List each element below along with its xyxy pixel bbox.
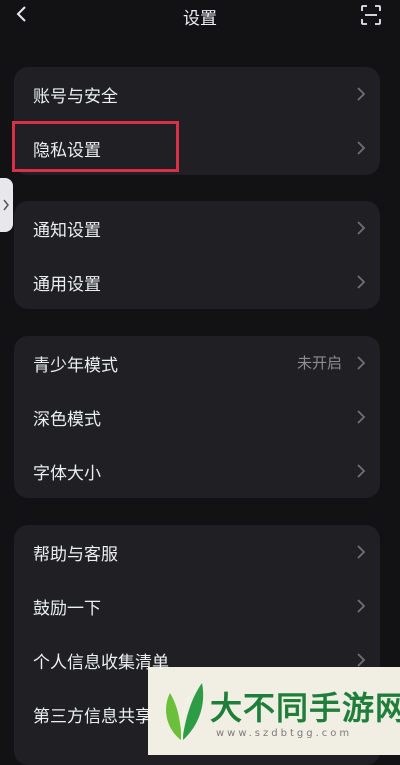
row-label: 通用设置 xyxy=(33,275,101,295)
row-general-settings[interactable]: 通用设置 xyxy=(14,255,380,309)
row-label: 通知设置 xyxy=(33,221,101,241)
chevron-right-icon xyxy=(357,141,366,155)
watermark-url: www.szdbtgg.com xyxy=(216,728,353,739)
chevron-right-icon xyxy=(357,275,366,289)
chevron-right-icon xyxy=(357,599,366,613)
chevron-right-icon xyxy=(357,356,366,370)
row-font-size[interactable]: 字体大小 xyxy=(14,444,380,498)
row-encourage[interactable]: 鼓励一下 xyxy=(14,579,380,633)
highlight-box xyxy=(12,121,179,172)
row-label: 字体大小 xyxy=(33,464,101,484)
row-dark-mode[interactable]: 深色模式 xyxy=(14,390,380,444)
row-notification-settings[interactable]: 通知设置 xyxy=(14,201,380,255)
chevron-right-icon xyxy=(357,410,366,424)
row-status-value: 未开启 xyxy=(296,354,342,372)
side-drawer-handle[interactable] xyxy=(0,178,13,232)
watermark-banner: 大不同手游网 www.szdbtgg.com xyxy=(148,667,400,755)
page-title: 设置 xyxy=(183,9,217,29)
chevron-right-icon xyxy=(357,87,366,101)
row-label: 账号与安全 xyxy=(33,87,118,107)
settings-group-display: 青少年模式 未开启 深色模式 字体大小 xyxy=(14,336,380,498)
row-label: 第三方信息共享 xyxy=(33,707,152,727)
chevron-right-icon xyxy=(357,545,366,559)
row-label: 深色模式 xyxy=(33,410,101,430)
row-label: 鼓励一下 xyxy=(33,599,101,619)
top-bar: 设置 xyxy=(0,0,400,32)
row-teen-mode[interactable]: 青少年模式 未开启 xyxy=(14,336,380,390)
chevron-right-icon xyxy=(357,464,366,478)
row-account-security[interactable]: 账号与安全 xyxy=(14,67,380,121)
chevron-right-icon xyxy=(357,653,366,667)
row-label: 青少年模式 xyxy=(33,356,118,376)
scan-icon[interactable] xyxy=(360,4,382,26)
watermark-text: 大不同手游网 xyxy=(210,689,400,727)
settings-group-general: 通知设置 通用设置 xyxy=(14,201,380,309)
chevron-right-icon xyxy=(3,199,9,211)
row-help-support[interactable]: 帮助与客服 xyxy=(14,525,380,579)
row-label: 帮助与客服 xyxy=(33,545,118,565)
leaf-logo-icon xyxy=(166,683,204,742)
chevron-right-icon xyxy=(357,221,366,235)
